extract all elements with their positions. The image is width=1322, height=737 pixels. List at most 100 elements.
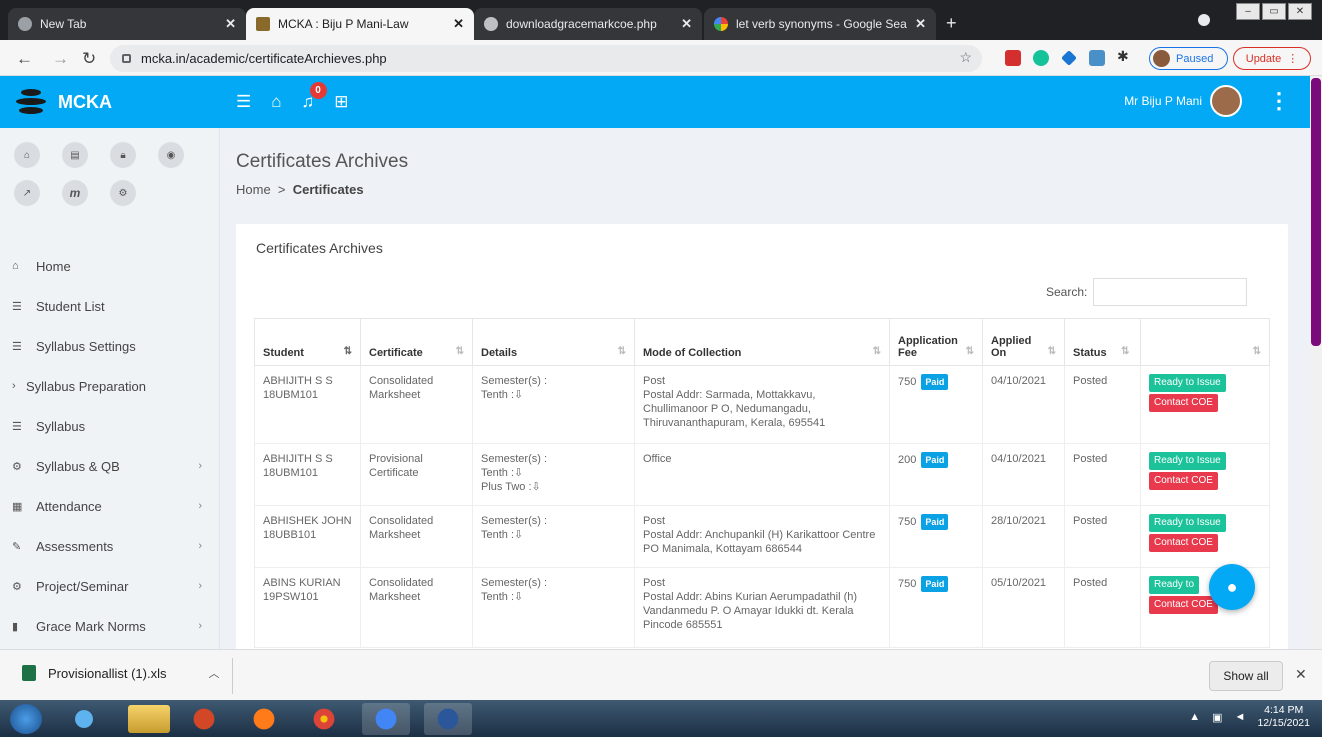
windows-taskbar: ▲ ▣ ◄ 4:14 PM 12/15/2021 xyxy=(0,700,1322,737)
column-header-applied-on[interactable]: Applied On ⇅ xyxy=(982,318,1065,366)
eye-icon[interactable]: ◉ xyxy=(158,142,184,168)
sidebar-item-syllabus-qb[interactable]: ⚙ Syllabus & QB › xyxy=(0,446,220,486)
download-icon[interactable]: ⇩ xyxy=(514,591,523,603)
contact-coe-button[interactable]: Contact COE xyxy=(1149,534,1218,552)
firefox-icon[interactable] xyxy=(240,703,288,735)
avatar[interactable] xyxy=(1210,85,1242,117)
grammarly-icon[interactable] xyxy=(1033,50,1049,66)
forward-arrow-icon[interactable]: → xyxy=(52,49,69,69)
address-bar[interactable]: mcka.in/academic/certificateArchieves.ph… xyxy=(110,45,982,72)
search-input[interactable] xyxy=(1093,278,1248,306)
ready-to-issue-button[interactable]: Ready to Issue xyxy=(1149,514,1226,532)
close-icon[interactable]: ✕ xyxy=(1295,666,1307,683)
extension-icon[interactable] xyxy=(1005,50,1021,66)
menu-toggle-icon[interactable]: ☰ xyxy=(236,92,251,112)
breadcrumb-home[interactable]: Home xyxy=(236,182,271,197)
paid-badge: Paid xyxy=(921,452,949,468)
tab-mcka[interactable]: MCKA : Biju P Mani-Law ✕ xyxy=(246,8,474,40)
sidebar-item-label: Syllabus Settings xyxy=(36,338,136,354)
extension-icon[interactable] xyxy=(1061,50,1077,66)
column-header-details[interactable]: Details ⇅ xyxy=(472,318,635,366)
chrome-icon xyxy=(18,17,32,31)
download-icon[interactable]: ⇩ xyxy=(514,467,523,479)
windows-start-icon[interactable] xyxy=(10,704,42,734)
show-all-button[interactable]: Show all xyxy=(1209,661,1283,691)
chat-bubble-icon[interactable]: ● xyxy=(1209,564,1255,610)
file-explorer-icon[interactable] xyxy=(128,705,170,733)
maximize-button[interactable]: ▭ xyxy=(1262,3,1286,20)
header-icons: ☰ ⌂ ♫ 0 ⊞ xyxy=(236,82,349,112)
close-tab-icon[interactable]: ✕ xyxy=(225,16,236,32)
sidebar-item-attendance[interactable]: ▦ Attendance › xyxy=(0,486,220,526)
home-icon[interactable]: ⌂ xyxy=(271,92,281,112)
pencil-icon: ✎ xyxy=(12,540,22,553)
ready-to-issue-button[interactable]: Ready to Issue xyxy=(1149,374,1226,392)
column-header-actions[interactable]: ⇅ xyxy=(1140,318,1270,366)
more-vert-icon[interactable]: ⋮ xyxy=(1268,88,1290,114)
download-icon[interactable]: ⇩ xyxy=(532,481,541,493)
chevron-up-icon[interactable]: ▲ xyxy=(1189,711,1200,723)
brand-logo[interactable]: MCKA xyxy=(16,86,112,118)
external-link-icon[interactable]: ↗ xyxy=(14,180,40,206)
m-logo-icon[interactable]: m xyxy=(62,180,88,206)
column-header-fee[interactable]: Application Fee ⇅ xyxy=(889,318,983,366)
sidebar-item-student-list[interactable]: ☰ Student List xyxy=(0,286,220,326)
speaker-muted-icon[interactable]: ◄ xyxy=(1235,711,1246,723)
chevron-up-icon[interactable]: ︿ xyxy=(208,665,219,681)
chrome-profile-icon[interactable] xyxy=(362,703,410,735)
ready-to-issue-button[interactable]: Ready to xyxy=(1149,576,1200,594)
taskbar-clock[interactable]: 4:14 PM 12/15/2021 xyxy=(1257,704,1310,730)
user-menu[interactable]: Mr Biju P Mani ⋮ xyxy=(1124,85,1290,117)
internet-explorer-icon[interactable] xyxy=(60,703,108,735)
sidebar-item-project-seminar[interactable]: ⚙ Project/Seminar › xyxy=(0,566,220,606)
apps-grid-icon[interactable]: ⊞ xyxy=(334,92,348,112)
back-arrow-icon[interactable]: ← xyxy=(16,49,33,69)
close-tab-icon[interactable]: ✕ xyxy=(915,16,926,32)
sidebar-item-syllabus[interactable]: ☰ Syllabus xyxy=(0,406,220,446)
home-icon[interactable]: ⌂ xyxy=(14,142,40,168)
minimize-button[interactable]: – xyxy=(1236,3,1260,20)
download-icon[interactable]: ⇩ xyxy=(514,529,523,541)
user-name: Mr Biju P Mani xyxy=(1124,94,1202,108)
list-icon: ☰ xyxy=(12,420,22,433)
gear-icon[interactable]: ⚙ xyxy=(110,180,136,206)
tab-downloadgracemark[interactable]: downloadgracemarkcoe.php ✕ xyxy=(474,8,702,40)
close-tab-icon[interactable]: ✕ xyxy=(681,16,692,32)
extension-icon[interactable] xyxy=(1089,50,1105,66)
notification-bell-icon[interactable]: ♫ 0 xyxy=(302,82,327,112)
column-header-certificate[interactable]: Certificate ⇅ xyxy=(360,318,473,366)
tab-search-icon[interactable] xyxy=(1198,14,1210,26)
bookmark-star-icon[interactable]: ☆ xyxy=(959,49,972,66)
scrollbar-thumb[interactable] xyxy=(1311,78,1321,346)
profile-paused-button[interactable]: Paused xyxy=(1149,47,1228,70)
sidebar-item-home[interactable]: ⌂ Home xyxy=(0,246,220,286)
id-card-icon[interactable]: ▤ xyxy=(62,142,88,168)
tab-new-tab[interactable]: New Tab ✕ xyxy=(8,8,246,40)
word-icon[interactable] xyxy=(424,703,472,735)
page-scrollbar[interactable] xyxy=(1310,76,1322,649)
reload-icon[interactable]: ↻ xyxy=(82,49,96,69)
chrome-icon[interactable] xyxy=(300,703,348,735)
new-tab-button[interactable]: + xyxy=(946,13,957,34)
sidebar-item-assessments[interactable]: ✎ Assessments › xyxy=(0,526,220,566)
close-tab-icon[interactable]: ✕ xyxy=(453,16,464,32)
lock-icon[interactable]: 🔒︎ xyxy=(110,142,136,168)
media-player-icon[interactable] xyxy=(180,703,228,735)
tab-google-search[interactable]: let verb synonyms - Google Searc ✕ xyxy=(704,8,936,40)
sidebar-item-syllabus-preparation[interactable]: › Syllabus Preparation xyxy=(0,366,220,406)
extensions-puzzle-icon[interactable]: ✱ xyxy=(1117,48,1133,64)
contact-coe-button[interactable]: Contact COE xyxy=(1149,596,1218,614)
contact-coe-button[interactable]: Contact COE xyxy=(1149,394,1218,412)
network-icon[interactable]: ▣ xyxy=(1212,711,1222,724)
column-header-mode[interactable]: Mode of Collection ⇅ xyxy=(634,318,890,366)
sidebar-item-grace-mark-norms[interactable]: ▮ Grace Mark Norms › xyxy=(0,606,220,646)
contact-coe-button[interactable]: Contact COE xyxy=(1149,472,1218,490)
column-header-status[interactable]: Status ⇅ xyxy=(1064,318,1141,366)
sidebar-item-syllabus-settings[interactable]: ☰ Syllabus Settings xyxy=(0,326,220,366)
download-icon[interactable]: ⇩ xyxy=(514,389,523,401)
column-header-student[interactable]: Student ⇅ xyxy=(254,318,361,366)
ready-to-issue-button[interactable]: Ready to Issue xyxy=(1149,452,1226,470)
download-item[interactable]: Provisionallist (1).xls ︿ xyxy=(22,665,219,681)
update-button[interactable]: Update ⋮ xyxy=(1233,47,1311,70)
close-window-button[interactable]: ✕ xyxy=(1288,3,1312,20)
